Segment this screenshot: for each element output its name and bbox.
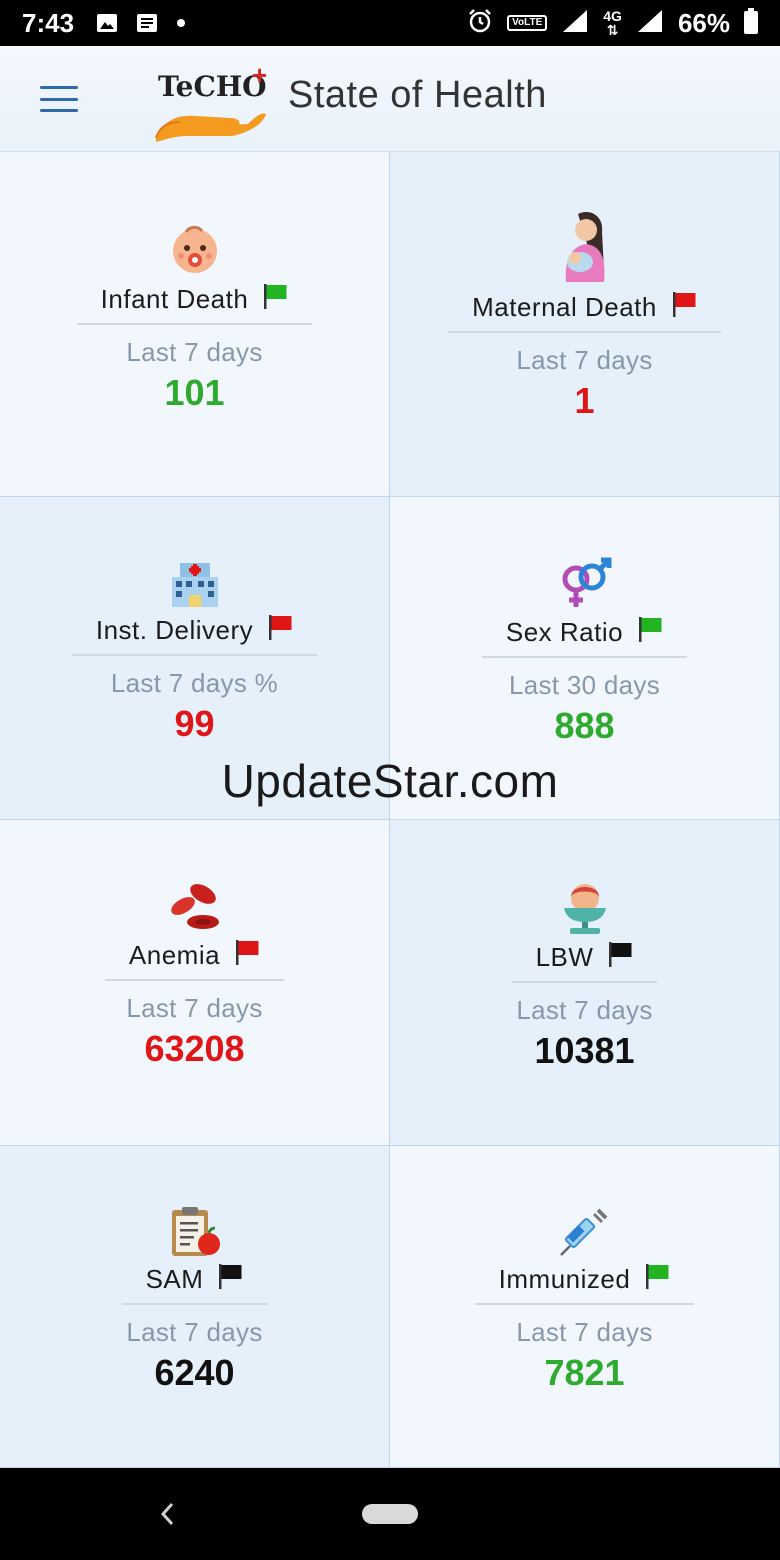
battery-icon: [744, 7, 758, 39]
page-title: State of Health: [288, 74, 547, 116]
tile-title-row: Infant Death: [76, 282, 313, 325]
tile-title-row: Anemia: [104, 938, 285, 981]
tile-period: Last 7 days %: [110, 668, 279, 698]
tile-title-row: Sex Ratio: [481, 615, 688, 658]
battery-level: 66%: [677, 7, 730, 38]
tile-period: Last 30 days: [508, 670, 661, 700]
message-icon: [136, 13, 158, 33]
hand-icon: [155, 113, 266, 142]
tile-value: 6240: [154, 1352, 235, 1393]
home-button[interactable]: [362, 1504, 418, 1524]
tile-period: Last 7 days: [516, 345, 653, 375]
volte-icon: VoLTE: [507, 15, 548, 31]
dot-icon: [176, 18, 186, 28]
baby-scale-icon: [563, 884, 606, 934]
black-flag-icon: [607, 940, 633, 975]
network-4g-icon: 4G ⇅: [603, 8, 622, 38]
navigation-bar: [0, 1468, 780, 1560]
tile-title: Sex Ratio: [505, 617, 624, 647]
green-flag-icon: [262, 282, 288, 317]
signal-icon: [636, 8, 664, 39]
dashboard-grid: Infant Death Last 7 days 101 Maternal De…: [0, 152, 780, 1468]
status-bar: 7:43 VoLTE 4G ⇅ 66%: [0, 0, 780, 46]
blood-cells-icon: [170, 884, 219, 929]
baby-face-icon: [172, 225, 217, 273]
clipboard-apple-icon: [171, 1207, 220, 1256]
black-flag-icon: [217, 1262, 243, 1297]
tile-title: SAM: [145, 1264, 204, 1294]
tile-value: 101: [164, 372, 225, 413]
techo-logo: TeCHO +: [152, 60, 272, 142]
tile-title: LBW: [535, 942, 594, 972]
tile-value: 99: [174, 703, 215, 744]
tile-title: Immunized: [498, 1264, 631, 1294]
app-header: TeCHO + State of Health: [0, 46, 780, 152]
red-flag-icon: [671, 290, 697, 325]
watermark: UpdateStar.com: [221, 755, 559, 807]
tile-title-row: Immunized: [474, 1262, 695, 1305]
tile-period: Last 7 days: [516, 995, 653, 1025]
tile-value: 7821: [544, 1352, 625, 1393]
alarm-icon: [467, 8, 493, 39]
tile-maternal-death[interactable]: Maternal Death Last 7 days 1: [390, 152, 780, 497]
syringe-icon: [559, 1208, 607, 1256]
tile-period: Last 7 days: [516, 1317, 653, 1347]
tile-period: Last 7 days: [126, 337, 263, 367]
tile-title-row: Inst. Delivery: [71, 613, 318, 656]
green-flag-icon: [637, 615, 663, 650]
tile-title: Inst. Delivery: [95, 615, 254, 645]
red-flag-icon: [234, 938, 260, 973]
logo-plus: +: [252, 60, 268, 90]
tile-value: 10381: [534, 1030, 635, 1071]
image-icon: [96, 13, 118, 33]
tile-title-row: Maternal Death: [448, 290, 721, 333]
tile-lbw[interactable]: LBW Last 7 days 10381: [390, 820, 780, 1146]
tile-value: 1: [574, 380, 595, 421]
tile-anemia[interactable]: Anemia Last 7 days 63208: [0, 820, 390, 1146]
tile-title-row: LBW: [511, 940, 658, 983]
hospital-icon: [171, 563, 218, 607]
tile-title: Anemia: [128, 940, 221, 970]
tile-immunized[interactable]: Immunized Last 7 days 7821: [390, 1146, 780, 1468]
tile-period: Last 7 days: [126, 993, 263, 1023]
tile-title: Maternal Death: [472, 292, 657, 322]
tile-value: 63208: [144, 1028, 245, 1069]
green-flag-icon: [644, 1262, 670, 1297]
back-icon[interactable]: [158, 1500, 178, 1533]
tile-infant-death[interactable]: Infant Death Last 7 days 101: [0, 152, 390, 497]
signal-icon: [561, 8, 589, 39]
gender-icon: [562, 557, 611, 607]
tile-title: Infant Death: [100, 284, 249, 314]
menu-icon[interactable]: [40, 86, 78, 112]
tile-value: 888: [554, 705, 615, 746]
mother-baby-icon: [565, 212, 604, 282]
red-flag-icon: [267, 613, 293, 648]
tile-sam[interactable]: SAM Last 7 days 6240: [0, 1146, 390, 1468]
status-time: 7:43: [22, 7, 75, 38]
tile-period: Last 7 days: [126, 1317, 263, 1347]
tile-title-row: SAM: [121, 1262, 268, 1305]
